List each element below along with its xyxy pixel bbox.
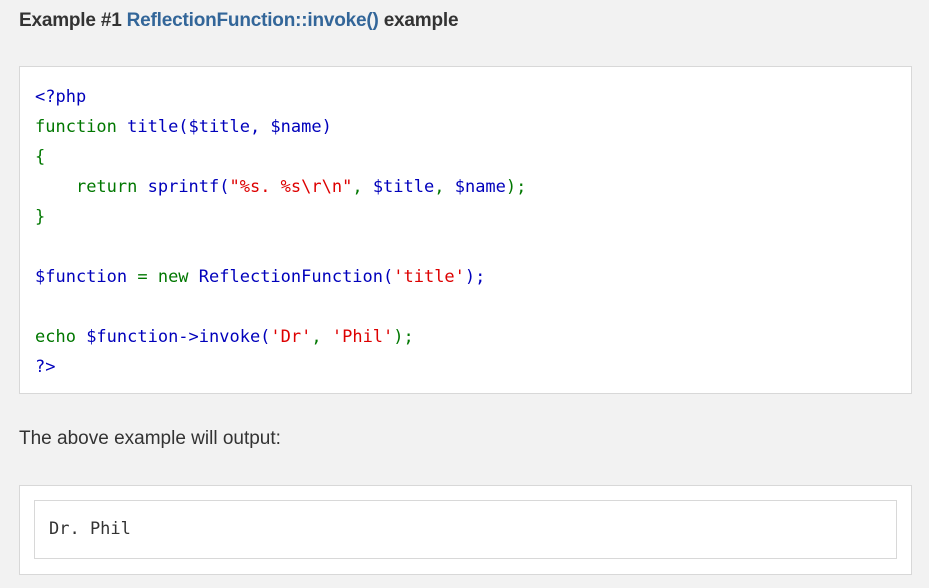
output-inner-box: Dr. Phil [34, 500, 897, 559]
output-text: Dr. Phil [49, 519, 131, 539]
php-close-tag: ?> [35, 357, 56, 377]
arg-name: $name [454, 177, 506, 197]
brace-close: } [35, 207, 46, 227]
string-phil: 'Phil' [331, 327, 394, 347]
var-function: $function [35, 267, 138, 287]
comma: , [434, 177, 455, 197]
format-string: "%s. %s\r\n" [229, 177, 353, 197]
php-code-block: <?php function title($title, $name) { retu… [35, 82, 526, 382]
keyword-return: return [75, 177, 148, 197]
function-signature: title($title, $name) [127, 117, 332, 137]
invoke-call: $function->invoke( [86, 327, 271, 347]
code-line-2: function title($title, $name) [35, 112, 526, 142]
code-line-9: echo $function->invoke('Dr', 'Phil'); [35, 322, 526, 352]
sprintf-call: sprintf( [147, 177, 230, 197]
reflectionfunction-invoke-link[interactable]: ReflectionFunction::invoke() [127, 10, 379, 32]
code-line-5: } [35, 202, 526, 232]
close-paren: ); [505, 177, 527, 197]
example-title: Example #1 ReflectionFunction::invoke() … [19, 8, 459, 34]
output-label: The above example will output: [19, 428, 281, 449]
comma: , [311, 327, 332, 347]
comma: , [352, 177, 373, 197]
brace-open: { [35, 147, 46, 167]
example-title-suffix: example [378, 10, 459, 31]
code-line-10: ?> [35, 352, 526, 382]
close-paren: ); [464, 267, 486, 287]
keyword-echo: echo [35, 327, 87, 347]
keyword-function: function [35, 117, 128, 137]
string-dr: 'Dr' [270, 327, 312, 347]
assign-new: = new [137, 267, 199, 287]
example-title-prefix: Example #1 [19, 10, 127, 31]
arg-title: $title [372, 177, 435, 197]
php-open-tag: <?php [35, 87, 87, 107]
code-line-3: { [35, 142, 526, 172]
reflection-class: ReflectionFunction( [198, 267, 394, 287]
code-line-1: <?php [35, 82, 526, 112]
close-paren: ); [393, 327, 414, 347]
code-line-7: $function = new ReflectionFunction('titl… [35, 262, 526, 292]
code-example-box: <?php function title($title, $name) { retu… [19, 66, 912, 394]
code-line-4: return sprintf("%s. %s\r\n", $title, $na… [35, 172, 526, 202]
string-title: 'title' [393, 267, 465, 287]
output-box: Dr. Phil [19, 485, 912, 575]
